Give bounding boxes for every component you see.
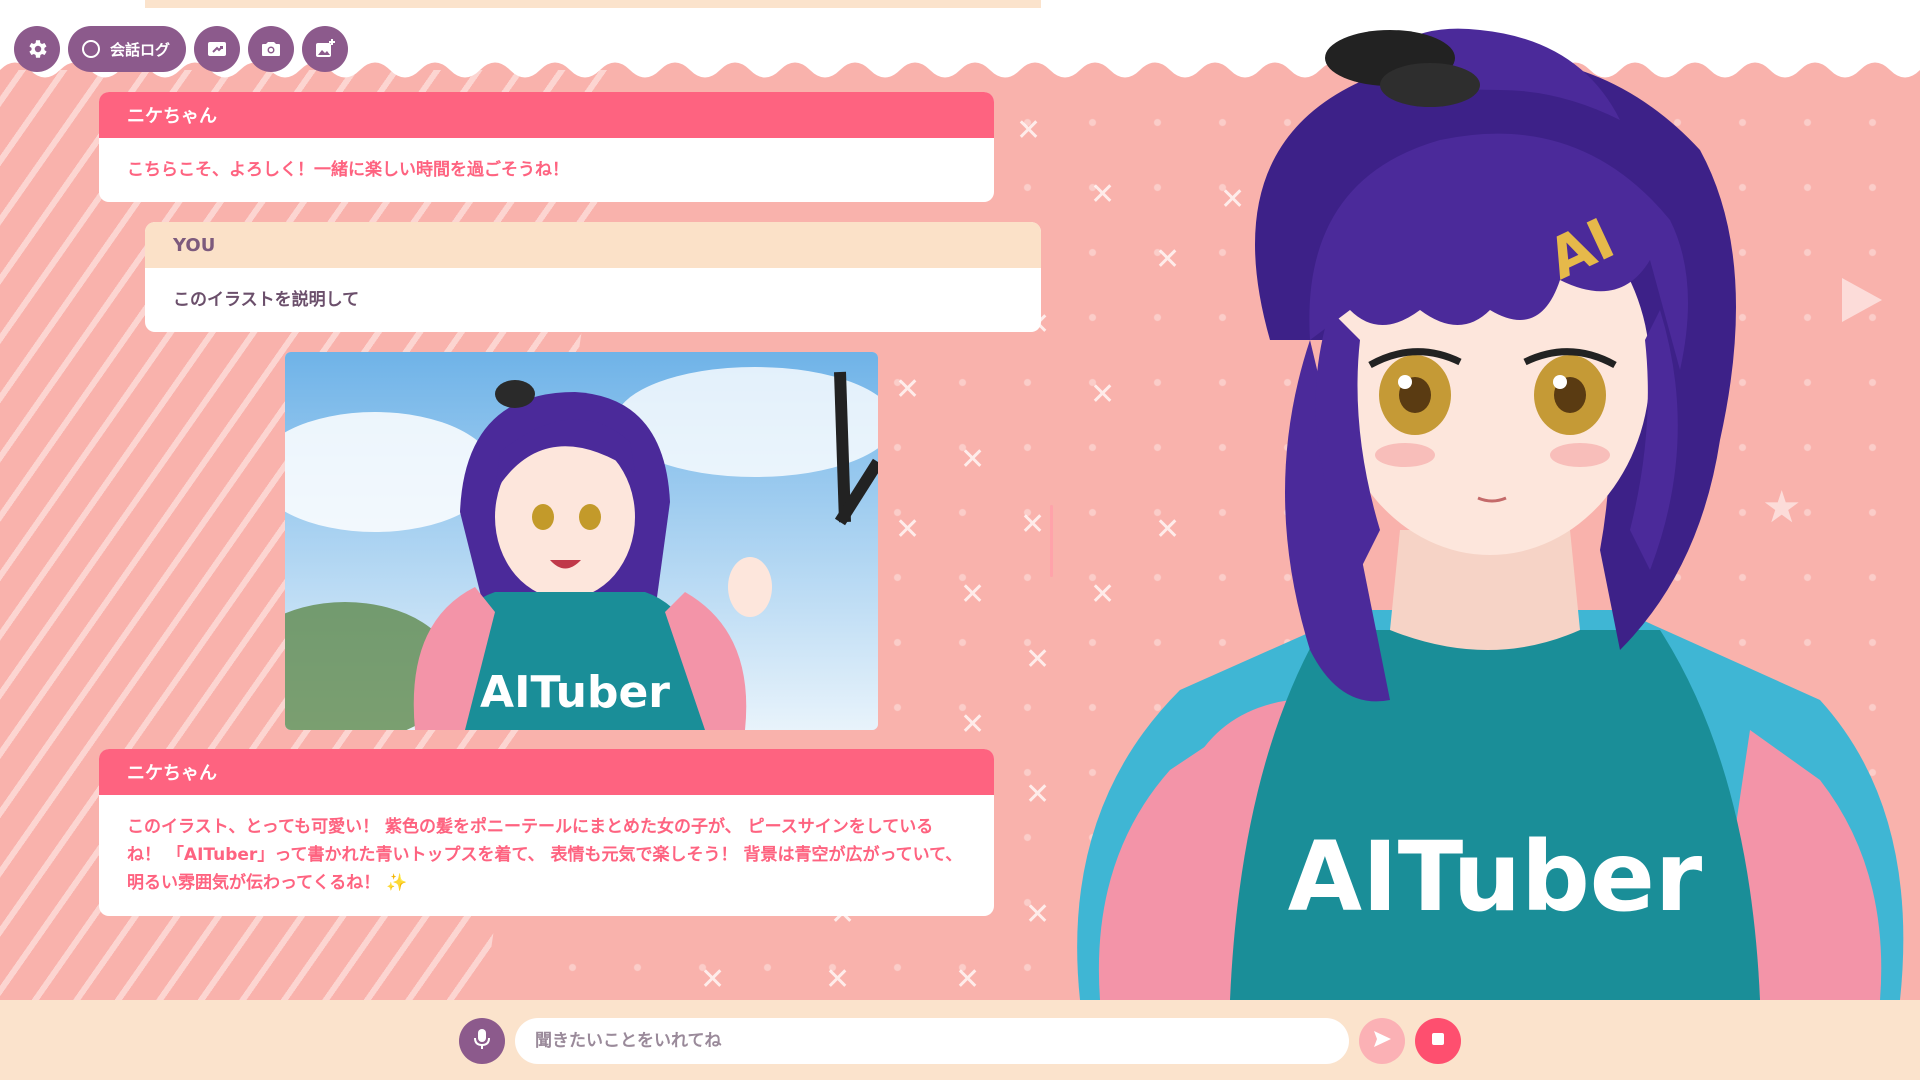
add-image-button[interactable]: [302, 26, 349, 72]
settings-button[interactable]: [14, 26, 60, 72]
camera-icon: [259, 37, 283, 61]
stop-square-icon: [1429, 1030, 1447, 1052]
previous-message-edge: [145, 0, 1041, 8]
top-toolbar: 会話ログ: [14, 26, 349, 72]
shared-image: AITuber: [285, 352, 878, 730]
message-speaker: ニケちゃん: [99, 92, 994, 138]
stop-button[interactable]: [1415, 1018, 1461, 1064]
chat-input[interactable]: [515, 1018, 1349, 1064]
chat-scrollbar[interactable]: [1050, 505, 1053, 577]
image-add-icon: [313, 37, 337, 61]
character-shirt-text: AITuber: [1288, 821, 1703, 933]
camera-button[interactable]: [248, 26, 295, 72]
screen-share-icon: [205, 37, 229, 61]
message-text: このイラスト、とっても可愛い！ 紫色の髪をポニーテールにまとめた女の子が、 ピー…: [127, 817, 963, 893]
message-speaker: ニケちゃん: [99, 749, 994, 795]
circle-outline-icon: [80, 38, 102, 60]
chat-log-button[interactable]: 会話ログ: [68, 26, 187, 72]
character-avatar: AI AITuber: [1077, 28, 1904, 1000]
message-text: このイラストを説明して: [173, 290, 360, 310]
message-assistant: ニケちゃん こちらこそ、よろしく！一緒に楽しい時間を過ごそうね！: [99, 92, 994, 202]
message-text: こちらこそ、よろしく！一緒に楽しい時間を過ごそうね！: [127, 160, 569, 180]
screen-share-button[interactable]: [194, 26, 241, 72]
message-assistant: ニケちゃん このイラスト、とっても可愛い！ 紫色の髪をポニーテールにまとめた女の…: [99, 749, 994, 916]
chat-log-label: 会話ログ: [110, 40, 171, 59]
gear-icon: [25, 37, 49, 61]
mic-button[interactable]: [459, 1018, 505, 1064]
microphone-icon: [471, 1027, 493, 1055]
send-button[interactable]: [1359, 1018, 1405, 1064]
message-speaker: YOU: [145, 222, 1041, 268]
shared-image-shirt-text: AITuber: [480, 667, 670, 718]
send-arrow-icon: [1371, 1028, 1393, 1054]
message-user: YOU このイラストを説明して: [145, 222, 1041, 332]
